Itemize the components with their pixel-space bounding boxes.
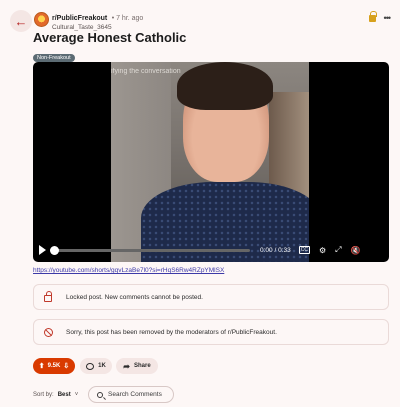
lock-icon <box>44 291 52 302</box>
vote-button[interactable]: ⬆ 9.5K ⇩ <box>33 358 75 374</box>
share-button[interactable]: ➦ Share <box>116 358 158 374</box>
progress-handle[interactable] <box>50 245 59 255</box>
upvote-icon[interactable]: ⬆ <box>39 362 45 370</box>
search-comments-input[interactable]: Search Comments <box>88 386 174 403</box>
removed-notice: Sorry, this post has been removed by the… <box>33 319 389 345</box>
subreddit-avatar[interactable] <box>34 12 49 27</box>
video-controls: 0:00 / 0:33 CC ⚙ ⤢ 🔇 <box>33 238 389 262</box>
arrow-left-icon: ← <box>14 13 28 29</box>
search-comments-placeholder: Search Comments <box>108 391 162 398</box>
subreddit-name[interactable]: r/PublicFreakout <box>52 15 107 22</box>
top-icons: ••• <box>368 11 392 23</box>
sort-control[interactable]: Sort by: Best ˅ <box>33 392 78 398</box>
post-link[interactable]: https://youtube.com/shorts/gqvLzaBe7l0?s… <box>33 267 224 274</box>
comment-bubble-icon <box>86 362 95 370</box>
locked-notice-text: Locked post. New comments cannot be post… <box>66 293 203 301</box>
video-frame: ifying the conversation <box>111 62 309 262</box>
settings-gear-icon[interactable]: ⚙ <box>319 246 326 255</box>
ban-icon <box>43 327 53 337</box>
post-title: Average Honest Catholic <box>33 30 187 45</box>
downvote-icon[interactable]: ⇩ <box>63 362 69 370</box>
vote-count: 9.5K <box>47 363 61 369</box>
video-player[interactable]: ifying the conversation 0:00 / 0:33 CC ⚙… <box>33 62 389 262</box>
chevron-down-icon[interactable]: ˅ <box>75 392 79 398</box>
play-icon[interactable] <box>39 245 46 255</box>
sort-value[interactable]: Best <box>58 392 71 398</box>
locked-icon <box>368 11 377 22</box>
post-meta: r/PublicFreakout • 7 hr. ago Cultural_Ta… <box>52 11 143 32</box>
mute-icon[interactable]: 🔇 <box>351 246 361 255</box>
captions-icon[interactable]: CC <box>298 246 310 254</box>
back-button[interactable]: ← <box>10 10 32 32</box>
sort-label: Sort by: <box>33 392 54 398</box>
locked-notice: Locked post. New comments cannot be post… <box>33 284 389 310</box>
share-icon: ➦ <box>123 361 130 371</box>
comments-count: 1K <box>98 363 106 369</box>
video-time: 0:00 / 0:33 <box>260 246 291 254</box>
comments-button[interactable]: 1K <box>80 358 112 374</box>
search-icon <box>97 391 103 398</box>
post-flair[interactable]: Non-Freakout <box>33 54 75 62</box>
share-label: Share <box>134 363 151 369</box>
fullscreen-icon[interactable]: ⤢ <box>335 245 341 255</box>
video-caption: ifying the conversation <box>111 68 181 75</box>
removed-notice-text: Sorry, this post has been removed by the… <box>66 328 277 336</box>
video-progress-bar[interactable] <box>50 245 250 255</box>
more-options-icon[interactable]: ••• <box>384 14 392 23</box>
post-time: • 7 hr. ago <box>111 15 144 22</box>
